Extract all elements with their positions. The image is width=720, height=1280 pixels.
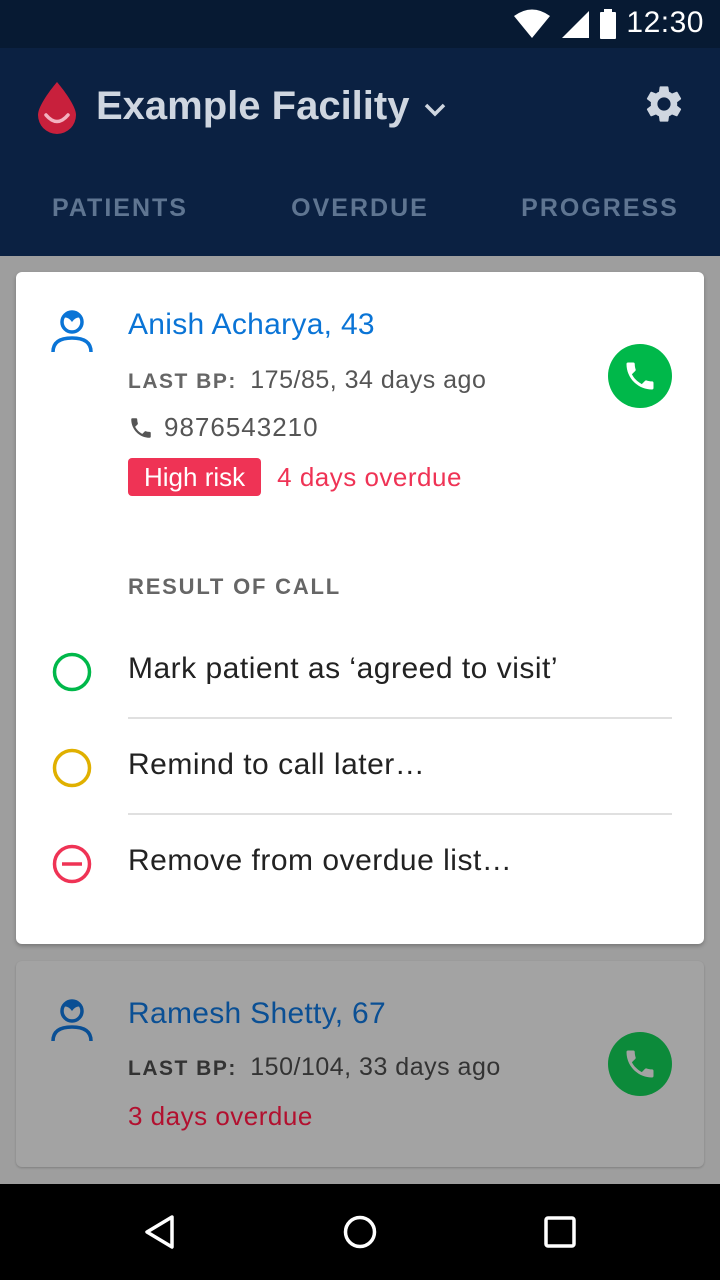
battery-icon xyxy=(600,9,616,39)
recents-icon[interactable] xyxy=(542,1214,578,1250)
radio-circle-icon xyxy=(52,652,92,692)
gear-icon[interactable] xyxy=(642,82,686,126)
home-icon[interactable] xyxy=(342,1214,378,1250)
radio-circle-icon xyxy=(52,748,92,788)
last-bp-value: 150/104, 33 days ago xyxy=(250,1053,501,1081)
patient-card-expanded[interactable]: Anish Acharya, 43 LAST BP: 175/85, 34 da… xyxy=(16,272,704,944)
divider xyxy=(128,717,672,719)
tab-bar: PATIENTS OVERDUE PROGRESS xyxy=(0,188,720,256)
phone-icon xyxy=(131,417,151,438)
chevron-down-icon xyxy=(425,103,446,116)
system-nav-bar xyxy=(0,1184,720,1280)
option-remind-later[interactable]: Remind to call later… xyxy=(16,720,704,816)
facility-name: Example Facility xyxy=(96,84,410,128)
last-bp-label: LAST BP: xyxy=(128,1057,237,1080)
minus-circle-icon xyxy=(52,844,92,884)
app-bar: Example Facility PATIENTS OVERDUE PROGRE… xyxy=(0,48,720,256)
risk-row: High risk 4 days overdue xyxy=(128,458,462,496)
result-of-call-heading: RESULT OF CALL xyxy=(128,574,341,599)
last-bp: LAST BP: 175/85, 34 days ago xyxy=(128,366,486,395)
status-bar: 12:30 xyxy=(0,0,720,48)
patient-name: Anish Acharya, 43 xyxy=(128,308,375,341)
patient-avatar-icon xyxy=(51,310,93,353)
back-icon[interactable] xyxy=(142,1214,178,1250)
phone-icon xyxy=(626,1050,654,1078)
option-agreed-to-visit[interactable]: Mark patient as ‘agreed to visit’ xyxy=(16,624,704,720)
patient-name: Ramesh Shetty, 67 xyxy=(128,997,387,1030)
overdue-days: 4 days overdue xyxy=(277,461,462,492)
phone-number: 9876543210 xyxy=(164,412,319,442)
patient-card-collapsed[interactable]: Ramesh Shetty, 67 LAST BP: 150/104, 33 d… xyxy=(16,961,704,1167)
tab-progress[interactable]: PROGRESS xyxy=(480,188,720,256)
high-risk-badge: High risk xyxy=(128,458,262,496)
tab-overdue[interactable]: OVERDUE xyxy=(240,188,480,256)
status-time: 12:30 xyxy=(626,6,704,39)
tab-patients[interactable]: PATIENTS xyxy=(0,188,240,256)
phone-number-row: 9876543210 xyxy=(128,412,319,443)
overdue-days: 3 days overdue xyxy=(128,1101,313,1131)
patient-avatar-icon xyxy=(51,999,93,1042)
signal-icon xyxy=(562,11,589,38)
last-bp-label: LAST BP: xyxy=(128,370,237,393)
call-patient-button[interactable] xyxy=(608,1032,672,1096)
divider xyxy=(128,813,672,815)
blood-drop-logo xyxy=(38,82,76,134)
last-bp-value: 175/85, 34 days ago xyxy=(250,366,487,394)
call-patient-button[interactable] xyxy=(608,344,672,408)
option-remove-from-list[interactable]: Remove from overdue list… xyxy=(16,816,704,912)
wifi-icon xyxy=(514,9,550,38)
last-bp: LAST BP: 150/104, 33 days ago xyxy=(128,1053,501,1082)
facility-selector[interactable]: Example Facility xyxy=(96,84,447,129)
option-label: Remind to call later… xyxy=(128,748,426,781)
option-label: Remove from overdue list… xyxy=(128,844,513,877)
option-label: Mark patient as ‘agreed to visit’ xyxy=(128,652,559,685)
phone-icon xyxy=(626,362,654,390)
status-icons xyxy=(514,9,616,39)
